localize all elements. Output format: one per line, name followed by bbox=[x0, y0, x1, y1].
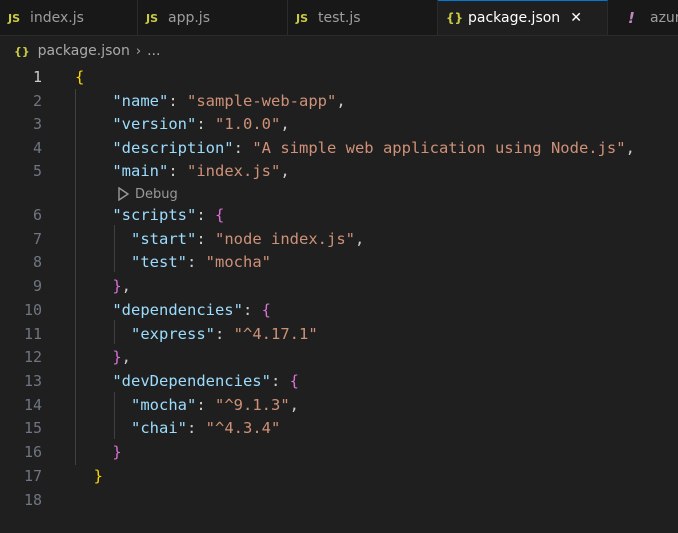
line-number: 8 bbox=[32, 252, 42, 271]
json-key: "mocha" bbox=[131, 395, 197, 414]
code-editor[interactable]: 1 { 2 "name": "sample-web-app", 3 "versi… bbox=[0, 65, 678, 533]
line-number: 3 bbox=[32, 114, 42, 133]
tab-label: app.js bbox=[168, 10, 210, 26]
code-line: 5 "main": "index.js", bbox=[0, 159, 678, 183]
json-value: "node index.js" bbox=[215, 229, 355, 248]
code-line: 15 "chai": "^4.3.4" bbox=[0, 416, 678, 440]
json-key: "scripts" bbox=[112, 205, 197, 224]
json-key: "main" bbox=[112, 161, 169, 180]
tab-package-json[interactable]: {} package.json ✕ bbox=[438, 0, 608, 35]
json-value: "1.0.0" bbox=[215, 114, 281, 133]
brace: } bbox=[93, 466, 104, 485]
line-number: 1 bbox=[32, 67, 42, 86]
tab-label: test.js bbox=[318, 10, 361, 26]
line-number: 15 bbox=[23, 418, 42, 437]
javascript-icon: JS bbox=[146, 11, 159, 25]
code-line: 14 "mocha": "^9.1.3", bbox=[0, 393, 678, 417]
line-number: 14 bbox=[23, 395, 42, 414]
json-key: "express" bbox=[131, 324, 215, 343]
tab-bar: JS index.js JS app.js JS test.js {} pack… bbox=[0, 0, 678, 36]
code-line: 11 "express": "^4.17.1" bbox=[0, 322, 678, 346]
code-line: 9 }, bbox=[0, 274, 678, 298]
json-value: "mocha" bbox=[205, 252, 271, 271]
json-value: "^9.1.3" bbox=[215, 395, 290, 414]
breadcrumb-more[interactable]: ... bbox=[147, 43, 160, 59]
line-number: 7 bbox=[32, 229, 42, 248]
code-line: 18 bbox=[0, 488, 678, 512]
json-icon: {} bbox=[14, 44, 30, 58]
line-number: 13 bbox=[23, 371, 42, 390]
json-value: "sample-web-app" bbox=[187, 91, 337, 110]
line-number: 2 bbox=[32, 91, 42, 110]
json-value: "^4.3.4" bbox=[205, 418, 281, 437]
line-number: 17 bbox=[23, 466, 42, 485]
chevron-right-icon: › bbox=[135, 43, 142, 59]
debug-label: Debug bbox=[135, 186, 178, 202]
tab-label: index.js bbox=[30, 10, 84, 26]
line-number: 9 bbox=[32, 276, 42, 295]
json-key: "chai" bbox=[131, 418, 187, 437]
json-key: "name" bbox=[112, 91, 169, 110]
code-line: 17 } bbox=[0, 464, 678, 488]
code-line: 12 }, bbox=[0, 345, 678, 369]
json-key: "start" bbox=[131, 229, 197, 248]
brace: { bbox=[75, 67, 85, 86]
tab-app-js[interactable]: JS app.js bbox=[138, 0, 288, 35]
line-number: 4 bbox=[32, 138, 42, 157]
json-icon: {} bbox=[446, 11, 464, 25]
line-number: 12 bbox=[23, 347, 42, 366]
play-icon bbox=[118, 187, 129, 201]
json-key: "description" bbox=[112, 138, 234, 157]
tab-label: package.json bbox=[468, 10, 561, 26]
code-line: 10 "dependencies": { bbox=[0, 298, 678, 322]
json-value: "index.js" bbox=[187, 161, 281, 180]
code-line: 16 } bbox=[0, 440, 678, 464]
close-icon[interactable]: ✕ bbox=[570, 10, 582, 26]
json-value: "A simple web application using Node.js" bbox=[252, 138, 626, 157]
code-line: 8 "test": "mocha" bbox=[0, 250, 678, 274]
javascript-icon: JS bbox=[8, 11, 21, 25]
code-line: 3 "version": "1.0.0", bbox=[0, 112, 678, 136]
code-line: 6 "scripts": { bbox=[0, 203, 678, 227]
json-key: "version" bbox=[112, 114, 197, 133]
line-number: 11 bbox=[23, 324, 42, 343]
debug-codelens[interactable]: Debug bbox=[117, 184, 178, 204]
json-key: "dependencies" bbox=[112, 300, 243, 319]
tab-test-js[interactable]: JS test.js bbox=[288, 0, 438, 35]
javascript-icon: JS bbox=[296, 11, 309, 25]
line-number: 5 bbox=[32, 161, 42, 180]
json-value: "^4.17.1" bbox=[233, 324, 318, 343]
exclamation-icon: ! bbox=[628, 9, 635, 27]
code-line: 2 "name": "sample-web-app", bbox=[0, 89, 678, 113]
line-number: 16 bbox=[23, 442, 42, 461]
breadcrumb-file[interactable]: package.json bbox=[38, 43, 130, 59]
code-line: 7 "start": "node index.js", bbox=[0, 227, 678, 251]
line-number: 18 bbox=[23, 490, 42, 509]
tab-index-js[interactable]: JS index.js bbox=[0, 0, 138, 35]
code-line: 1 { bbox=[0, 65, 678, 89]
line-number: 10 bbox=[23, 300, 42, 319]
line-number: 6 bbox=[32, 205, 42, 224]
tab-label: azur bbox=[650, 10, 678, 26]
json-key: "test" bbox=[131, 252, 187, 271]
breadcrumb: {} package.json › ... bbox=[0, 37, 678, 65]
code-line: 4 "description": "A simple web applicati… bbox=[0, 136, 678, 160]
code-line: 13 "devDependencies": { bbox=[0, 369, 678, 393]
json-key: "devDependencies" bbox=[112, 371, 271, 390]
tab-azure[interactable]: ! azur bbox=[608, 0, 678, 35]
